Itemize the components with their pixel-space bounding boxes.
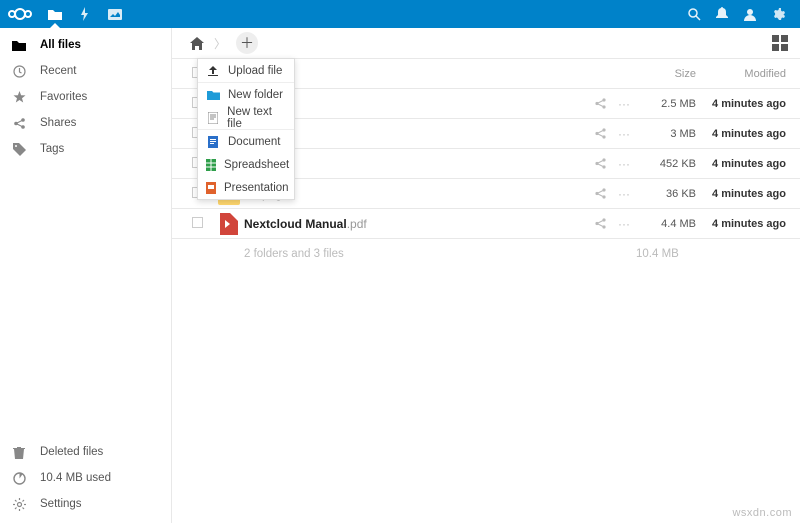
sidebar-item-tags[interactable]: Tags (0, 136, 171, 162)
app-logo (0, 7, 40, 21)
more-icon[interactable]: ··· (612, 127, 636, 141)
sidebar-item-recent[interactable]: Recent (0, 58, 171, 84)
sidebar-item-label: Tags (40, 143, 64, 155)
more-icon[interactable]: ··· (612, 97, 636, 111)
col-header-modified[interactable]: Modified (696, 68, 786, 80)
top-right-icons (682, 0, 800, 28)
sidebar-item-label: Settings (40, 498, 82, 510)
sidebar-item-favorites[interactable]: Favorites (0, 84, 171, 110)
search-icon[interactable] (682, 0, 706, 28)
document-icon (206, 136, 220, 148)
col-header-size[interactable]: Size (636, 68, 696, 80)
notifications-icon[interactable] (710, 0, 734, 28)
spreadsheet-icon (206, 159, 216, 171)
quota-icon (12, 472, 26, 485)
watermark: wsxdn.com (732, 507, 792, 519)
menu-new-folder[interactable]: New folder (198, 83, 294, 106)
file-size: 36 KB (636, 188, 696, 200)
sidebar-item-label: 10.4 MB used (40, 472, 111, 484)
breadcrumb-separator: 〉 (214, 35, 226, 52)
summary-size: 10.4 MB (636, 248, 786, 260)
app-files[interactable] (40, 0, 70, 28)
sidebar-item-label: Deleted files (40, 446, 103, 458)
folder-icon (206, 90, 220, 100)
star-icon (12, 91, 26, 104)
file-size: 4.4 MB (636, 218, 696, 230)
sidebar-item-all-files[interactable]: All files (0, 32, 171, 58)
app-activity[interactable] (70, 0, 100, 28)
contacts-icon[interactable] (738, 0, 762, 28)
folder-icon (12, 40, 26, 51)
share-icon[interactable] (588, 217, 612, 230)
file-size: 3 MB (636, 128, 696, 140)
summary-text: 2 folders and 3 files (244, 248, 344, 260)
file-size: 2.5 MB (636, 98, 696, 110)
home-icon[interactable] (190, 37, 204, 50)
more-icon[interactable]: ··· (612, 217, 636, 231)
menu-new-document[interactable]: Document (198, 130, 294, 153)
sidebar-settings[interactable]: Settings (0, 491, 171, 517)
sidebar-item-label: Shares (40, 117, 76, 129)
add-button[interactable]: ＋ (236, 32, 258, 54)
gear-icon (12, 498, 26, 511)
sidebar: All files Recent Favorites Shares Tags D… (0, 28, 172, 523)
file-name: Nextcloud Manual (244, 217, 347, 231)
menu-new-presentation[interactable]: Presentation (198, 176, 294, 199)
pdf-icon (220, 213, 238, 235)
file-modified: 4 minutes ago (696, 158, 786, 170)
row-checkbox[interactable] (192, 217, 203, 228)
settings-gear-icon[interactable] (766, 0, 790, 28)
app-switcher (40, 0, 130, 28)
share-icon (12, 117, 26, 130)
top-bar (0, 0, 800, 28)
sidebar-item-label: All files (40, 39, 81, 51)
share-icon[interactable] (588, 187, 612, 200)
file-modified: 4 minutes ago (696, 98, 786, 110)
file-modified: 4 minutes ago (696, 218, 786, 230)
grid-view-icon[interactable] (772, 35, 788, 51)
add-menu: Upload file New folder New text file Doc… (197, 58, 295, 200)
col-header-name[interactable]: ▴ (244, 67, 588, 81)
file-size: 452 KB (636, 158, 696, 170)
file-modified: 4 minutes ago (696, 128, 786, 140)
table-summary: 2 folders and 3 files 10.4 MB (172, 238, 800, 268)
sidebar-item-label: Favorites (40, 91, 87, 103)
menu-new-text-file[interactable]: New text file (198, 106, 294, 129)
menu-upload-file[interactable]: Upload file (198, 59, 294, 82)
upload-icon (206, 65, 220, 77)
app-gallery[interactable] (100, 0, 130, 28)
share-icon[interactable] (588, 127, 612, 140)
tag-icon (12, 143, 26, 156)
sidebar-deleted-files[interactable]: Deleted files (0, 439, 171, 465)
share-icon[interactable] (588, 157, 612, 170)
share-icon[interactable] (588, 97, 612, 110)
clock-icon (12, 65, 26, 78)
sidebar-quota: 10.4 MB used (0, 465, 171, 491)
more-icon[interactable]: ··· (612, 187, 636, 201)
presentation-icon (206, 182, 216, 194)
menu-new-spreadsheet[interactable]: Spreadsheet (198, 153, 294, 176)
sidebar-item-shares[interactable]: Shares (0, 110, 171, 136)
trash-icon (12, 446, 26, 459)
file-modified: 4 minutes ago (696, 188, 786, 200)
table-row[interactable]: Nextcloud Manual.pdf ··· 4.4 MB 4 minute… (172, 208, 800, 238)
more-icon[interactable]: ··· (612, 157, 636, 171)
sidebar-item-label: Recent (40, 65, 76, 77)
breadcrumb-bar: 〉 ＋ (172, 28, 800, 58)
textfile-icon (206, 112, 219, 124)
